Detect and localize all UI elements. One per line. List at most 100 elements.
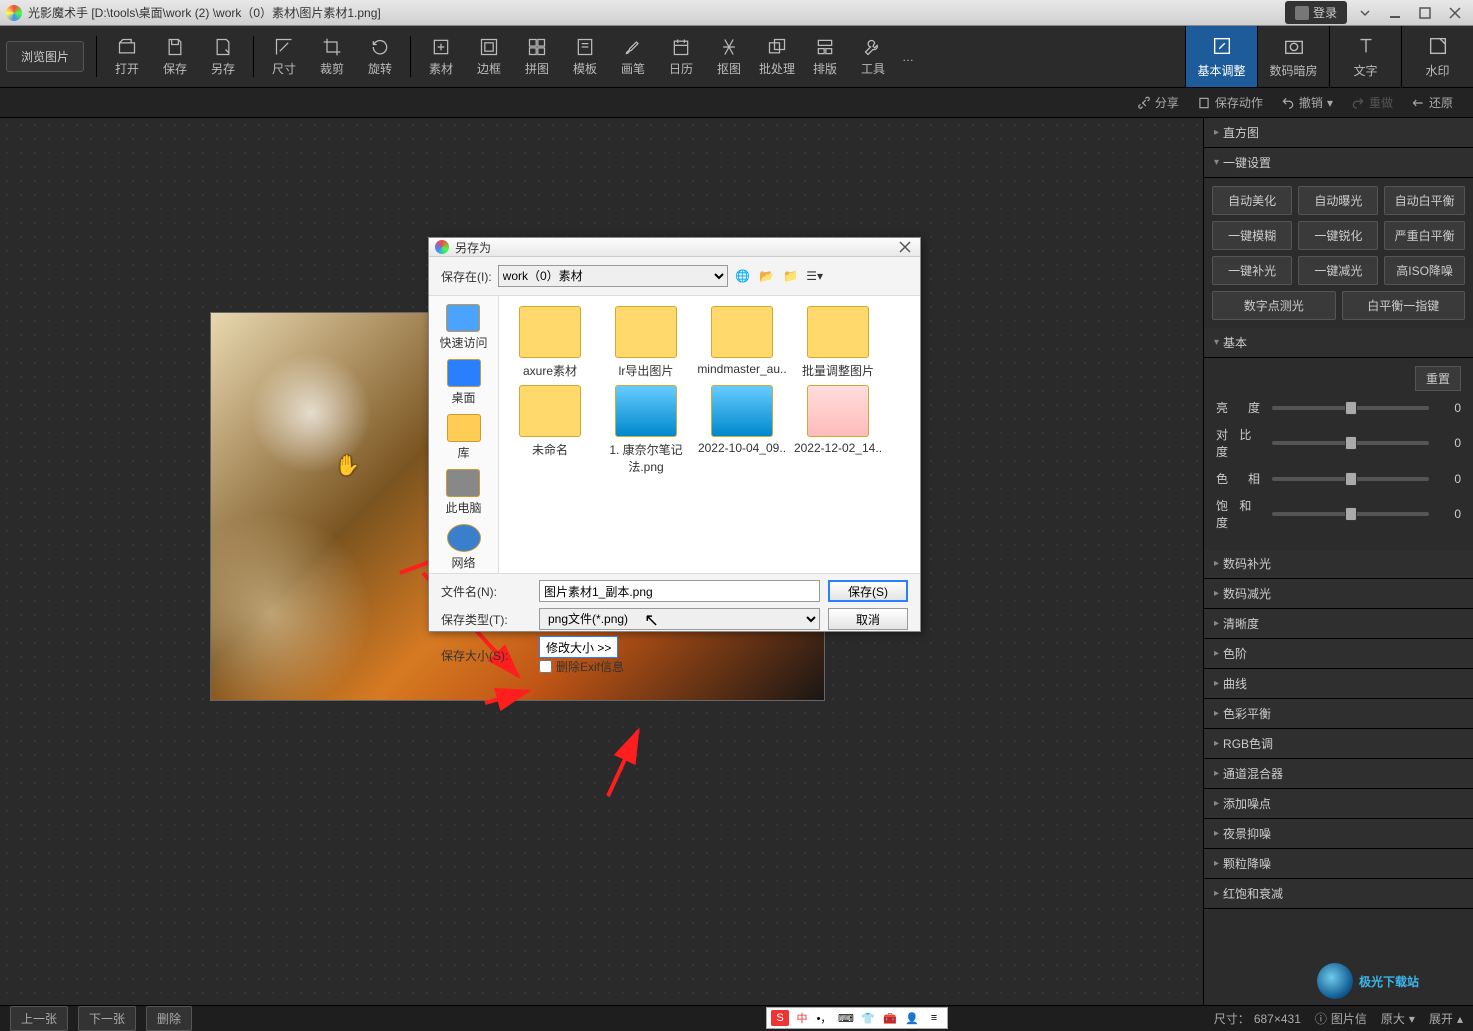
tool-border[interactable]: 边框: [465, 26, 513, 87]
share-button[interactable]: 分享: [1137, 94, 1179, 111]
file-item[interactable]: 2022-10-04_09..: [697, 385, 787, 475]
tool-collage[interactable]: 拼图: [513, 26, 561, 87]
section-1[interactable]: 数码减光: [1204, 579, 1473, 609]
file-list[interactable]: axure素材lr导出图片mindmaster_au..批量调整图片未命名1. …: [499, 296, 920, 573]
section-3[interactable]: 色阶: [1204, 639, 1473, 669]
ime-bar[interactable]: S 中 •， ⌨ 👕 🧰 👤 ≡: [766, 1007, 948, 1029]
prev-button[interactable]: 上一张: [10, 1006, 68, 1031]
section-onekey[interactable]: 一键设置: [1204, 148, 1473, 178]
section-2[interactable]: 清晰度: [1204, 609, 1473, 639]
onekey-3[interactable]: 一键模糊: [1212, 221, 1292, 250]
place-libs[interactable]: 库: [447, 412, 481, 463]
file-item[interactable]: 1. 康奈尔笔记法.png: [601, 385, 691, 475]
place-pc[interactable]: 此电脑: [445, 467, 481, 518]
dialog-save-button[interactable]: 保存(S): [828, 580, 908, 602]
dropdown-button[interactable]: [1353, 3, 1377, 23]
tool-batch[interactable]: 批处理: [753, 26, 801, 87]
onekey-5[interactable]: 严重白平衡: [1384, 221, 1464, 250]
section-0[interactable]: 数码补光: [1204, 549, 1473, 579]
slider-track[interactable]: [1272, 441, 1429, 445]
onekey-9[interactable]: 数字点测光: [1212, 291, 1336, 320]
section-8[interactable]: 添加噪点: [1204, 789, 1473, 819]
login-button[interactable]: 登录: [1285, 1, 1347, 24]
restore-button[interactable]: 还原: [1411, 94, 1453, 111]
tool-cutout[interactable]: 抠图: [705, 26, 753, 87]
ime-lang[interactable]: 中: [793, 1010, 811, 1026]
file-item[interactable]: axure素材: [505, 306, 595, 379]
tool-calendar[interactable]: 日历: [657, 26, 705, 87]
undo-button[interactable]: 撤销▾: [1281, 94, 1333, 111]
slider-track[interactable]: [1272, 477, 1429, 481]
slider-track[interactable]: [1272, 512, 1429, 516]
close-button[interactable]: [1443, 3, 1467, 23]
tool-rotate[interactable]: 旋转: [356, 26, 404, 87]
delete-button[interactable]: 删除: [146, 1006, 192, 1031]
section-10[interactable]: 颗粒降噪: [1204, 849, 1473, 879]
slider-knob[interactable]: [1345, 436, 1357, 450]
maximize-button[interactable]: [1413, 3, 1437, 23]
file-item[interactable]: 批量调整图片: [793, 306, 883, 379]
ime-user-icon[interactable]: 👤: [903, 1010, 921, 1026]
tool-layout[interactable]: 排版: [801, 26, 849, 87]
filetype-select[interactable]: png文件(*.png): [539, 608, 820, 630]
section-11[interactable]: 红饱和衰减: [1204, 879, 1473, 909]
nav-newfolder-icon[interactable]: 📁: [782, 267, 800, 285]
onekey-2[interactable]: 自动白平衡: [1384, 186, 1464, 215]
filename-input[interactable]: [539, 580, 820, 602]
section-5[interactable]: 色彩平衡: [1204, 699, 1473, 729]
slider-knob[interactable]: [1345, 472, 1357, 486]
tab-basic[interactable]: 基本调整: [1185, 26, 1257, 87]
dialog-close-button[interactable]: [896, 238, 914, 256]
onekey-0[interactable]: 自动美化: [1212, 186, 1292, 215]
minimize-button[interactable]: [1383, 3, 1407, 23]
toolbar-overflow[interactable]: …: [897, 26, 919, 87]
place-quick[interactable]: 快速访问: [439, 302, 487, 353]
savein-select[interactable]: work（0）素材: [498, 265, 728, 287]
slider-track[interactable]: [1272, 406, 1429, 410]
tab-watermark[interactable]: 水印: [1401, 26, 1473, 87]
ime-menu-icon[interactable]: ≡: [925, 1010, 943, 1026]
section-9[interactable]: 夜景抑噪: [1204, 819, 1473, 849]
ime-kbd-icon[interactable]: ⌨: [837, 1010, 855, 1026]
tool-saveas[interactable]: 另存: [199, 26, 247, 87]
dialog-cancel-button[interactable]: 取消: [828, 608, 908, 630]
image-info-button[interactable]: ⓘ图片信: [1315, 1010, 1367, 1027]
place-desktop[interactable]: 桌面: [447, 357, 481, 408]
reset-button[interactable]: 重置: [1415, 366, 1461, 391]
file-item[interactable]: 未命名: [505, 385, 595, 475]
section-6[interactable]: RGB色调: [1204, 729, 1473, 759]
tool-tools[interactable]: 工具: [849, 26, 897, 87]
slider-knob[interactable]: [1345, 401, 1357, 415]
tool-open[interactable]: 打开: [103, 26, 151, 87]
nav-view-icon[interactable]: ☰▾: [806, 267, 824, 285]
save-action-button[interactable]: 保存动作: [1197, 94, 1263, 111]
onekey-10[interactable]: 白平衡一指键: [1342, 291, 1466, 320]
file-item[interactable]: lr导出图片: [601, 306, 691, 379]
tool-save[interactable]: 保存: [151, 26, 199, 87]
tool-crop[interactable]: 裁剪: [308, 26, 356, 87]
tool-template[interactable]: 模板: [561, 26, 609, 87]
file-item[interactable]: 2022-12-02_14..: [793, 385, 883, 475]
nav-up-icon[interactable]: 📂: [758, 267, 776, 285]
place-net[interactable]: 网络: [447, 522, 481, 573]
onekey-6[interactable]: 一键补光: [1212, 256, 1292, 285]
ime-punct[interactable]: •，: [815, 1010, 833, 1026]
expand-button[interactable]: 展开▴: [1429, 1010, 1463, 1027]
nav-back-icon[interactable]: 🌐: [734, 267, 752, 285]
ime-skin-icon[interactable]: 👕: [859, 1010, 877, 1026]
file-item[interactable]: mindmaster_au..: [697, 306, 787, 379]
onekey-1[interactable]: 自动曝光: [1298, 186, 1378, 215]
onekey-7[interactable]: 一键减光: [1298, 256, 1378, 285]
next-button[interactable]: 下一张: [78, 1006, 136, 1031]
tab-darkroom[interactable]: 数码暗房: [1257, 26, 1329, 87]
zoom-original[interactable]: 原大▾: [1381, 1010, 1415, 1027]
section-7[interactable]: 通道混合器: [1204, 759, 1473, 789]
onekey-4[interactable]: 一键锐化: [1298, 221, 1378, 250]
browse-button[interactable]: 浏览图片: [6, 41, 84, 72]
modify-size-button[interactable]: 修改大小 >>: [539, 636, 618, 658]
section-basic[interactable]: 基本: [1204, 328, 1473, 358]
tab-text[interactable]: 文字: [1329, 26, 1401, 87]
section-histogram[interactable]: 直方图: [1204, 118, 1473, 148]
slider-knob[interactable]: [1345, 507, 1357, 521]
tool-size[interactable]: 尺寸: [260, 26, 308, 87]
